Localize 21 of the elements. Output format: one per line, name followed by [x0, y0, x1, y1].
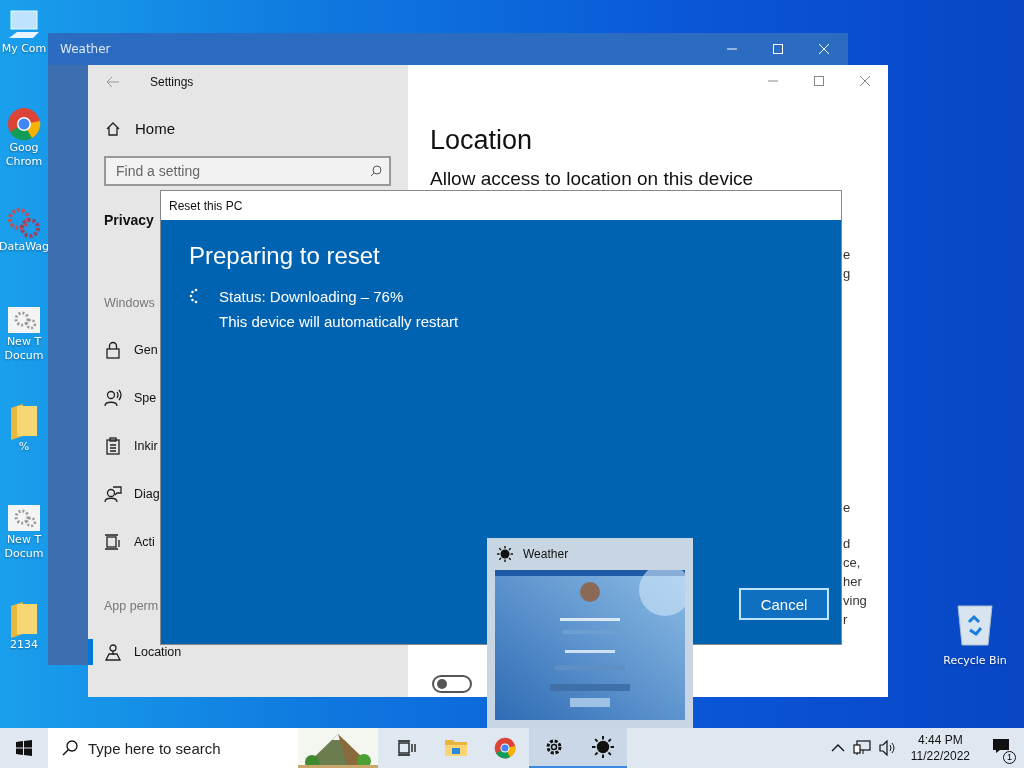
notification-count: 1 [1003, 751, 1016, 764]
text-fragment: d [843, 535, 852, 553]
thumbnail-title: Weather [523, 547, 569, 561]
text-fragment: ving [843, 592, 867, 610]
text-fragment: her [843, 573, 863, 591]
text-fragment: e [843, 499, 851, 517]
restart-note: This device will automatically restart [219, 313, 459, 330]
window-title: Settings [150, 75, 194, 89]
dialog-title: Reset this PC [169, 198, 243, 213]
text-fragment: e [843, 246, 851, 264]
text-fragment: g [843, 265, 851, 283]
window-title: Weather [60, 42, 112, 56]
text-fragment: r [843, 611, 849, 629]
subheading: Allow access to location on this device [430, 168, 755, 190]
group-label: Windows [104, 296, 155, 310]
page-heading: Location [430, 125, 534, 156]
dialog-heading: Preparing to reset [189, 242, 381, 270]
status-text: Status: Downloading – 76% [219, 288, 405, 305]
text-fragment: ce, [843, 554, 862, 572]
group-label: App perm [104, 599, 159, 613]
section-heading: Privacy [104, 212, 154, 228]
